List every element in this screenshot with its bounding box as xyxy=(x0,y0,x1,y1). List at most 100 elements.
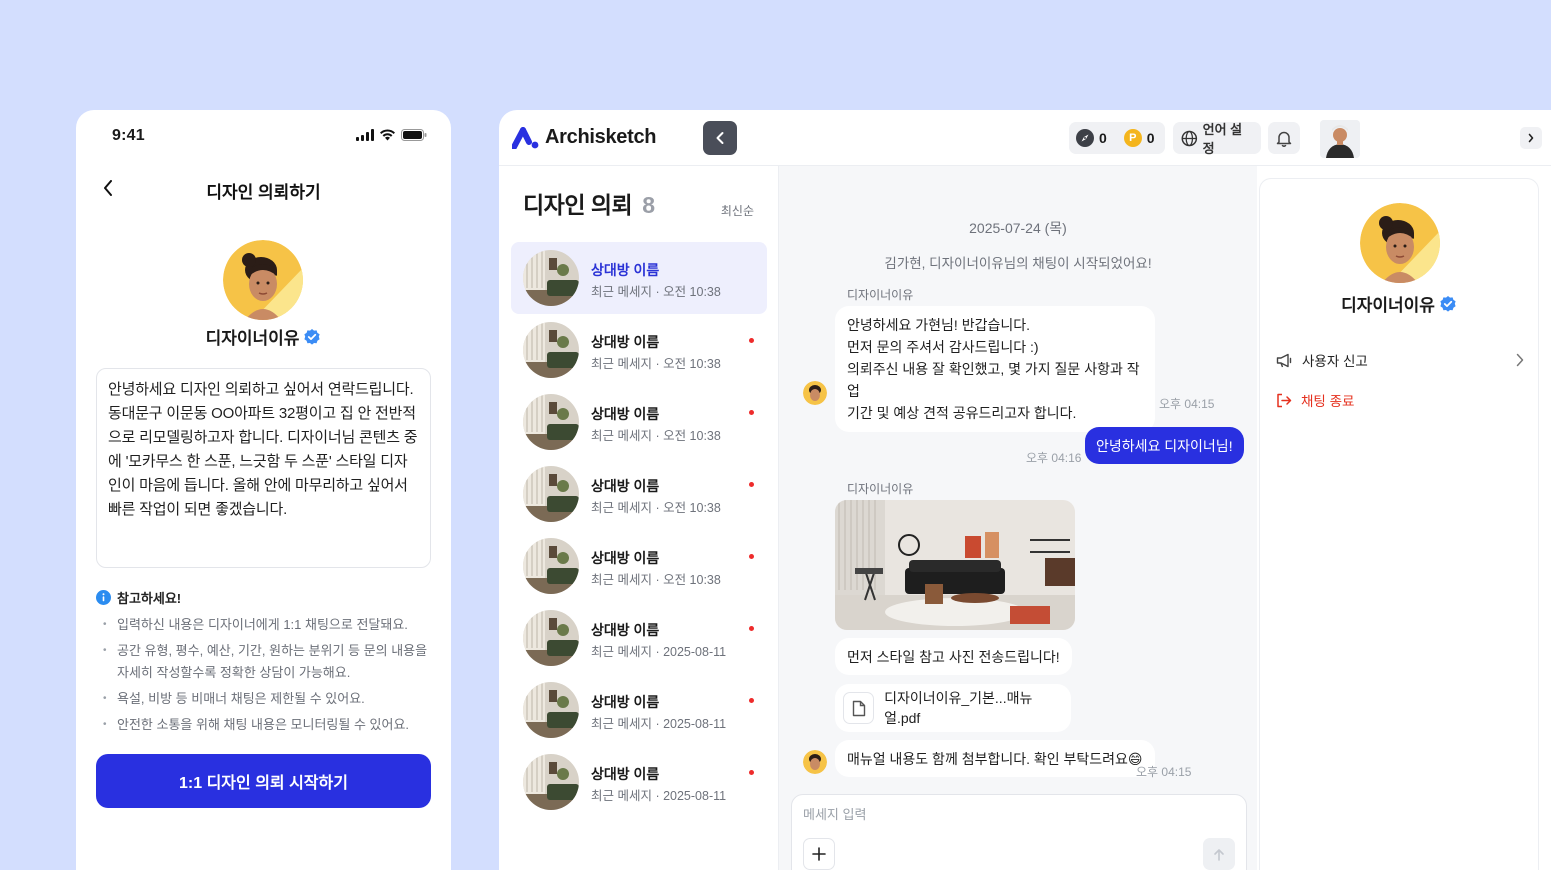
notice-item: 입력하신 내용은 디자이너에게 1:1 채팅으로 전달돼요. xyxy=(96,614,436,636)
message-bubble: 안녕하세요 가현님! 반갑습니다. 먼저 문의 주셔서 감사드립니다 :) 의뢰… xyxy=(835,306,1155,432)
system-message: 김가현, 디자이너이유님의 채팅이 시작되었어요! xyxy=(884,256,1152,271)
notice-item: 욕설, 비방 등 비매너 채팅은 제한될 수 있어요. xyxy=(96,688,436,710)
message-time: 오후 04:15 xyxy=(1159,397,1215,411)
list-count: 8 xyxy=(642,192,655,218)
message-bubble: 먼저 스타일 참고 사진 전송드립니다! xyxy=(835,638,1072,675)
room-thumbnail xyxy=(523,250,579,306)
start-request-button[interactable]: 1:1 디자인 의뢰 시작하기 xyxy=(96,754,431,808)
unread-dot xyxy=(749,554,754,559)
unread-dot xyxy=(749,770,754,775)
desktop-panel: Archisketch 0 P 0 언어 설정 디자인 의뢰 8 최신순 상대방… xyxy=(499,110,1551,870)
attached-image[interactable] xyxy=(835,500,1075,630)
request-textarea[interactable]: 안녕하세요 디자인 의뢰하고 싶어서 연락드립니다. 동대문구 이문동 OO아파… xyxy=(96,368,431,568)
room-preview: 최근 메세지 · 오전 10:38 xyxy=(591,357,721,371)
collapse-sidebar-button[interactable] xyxy=(703,121,737,155)
room-name: 상대방 이름 xyxy=(591,622,660,638)
chevron-right-icon xyxy=(1516,353,1524,367)
room-name: 상대방 이름 xyxy=(591,694,660,710)
signal-icon xyxy=(356,129,374,141)
end-chat-item[interactable]: 채팅 종료 xyxy=(1276,389,1524,411)
compass-coin-icon xyxy=(1076,129,1094,147)
chat-room-item[interactable]: 상대방 이름최근 메세지 · 2025-08-11 xyxy=(511,674,767,746)
chat-room-item[interactable]: 상대방 이름 최근 메세지 · 오전 10:38 xyxy=(511,530,767,602)
notice-box: 참고하세요! 입력하신 내용은 디자이너에게 1:1 채팅으로 전달돼요. 공간… xyxy=(96,588,436,740)
top-bar: Archisketch 0 P 0 언어 설정 xyxy=(499,110,1551,166)
sort-dropdown[interactable]: 최신순 xyxy=(721,202,754,219)
chat-room-item[interactable]: 상대방 이름 최근 메세지 · 2025-08-11 xyxy=(511,746,767,818)
file-icon xyxy=(843,692,875,724)
logo[interactable]: Archisketch xyxy=(512,126,657,149)
chevron-left-icon xyxy=(716,132,724,144)
p-coin-icon: P xyxy=(1123,129,1142,147)
sender-name: 디자이너이유 xyxy=(847,482,914,496)
plus-icon xyxy=(812,847,826,861)
status-time: 9:41 xyxy=(112,127,145,144)
list-title: 디자인 의뢰 xyxy=(523,192,633,218)
unread-dot xyxy=(749,482,754,487)
sender-name: 디자이너이유 xyxy=(847,288,914,302)
notification-button[interactable] xyxy=(1268,122,1300,154)
message-composer xyxy=(791,794,1247,870)
mobile-header: 디자인 의뢰하기 xyxy=(76,172,451,204)
room-preview: 최근 메세지 · 2025-08-11 xyxy=(591,789,727,803)
message-time: 오후 04:16 xyxy=(1026,451,1082,465)
logout-icon xyxy=(1277,393,1292,407)
chat-date: 2025-07-24 (목) xyxy=(969,220,1067,236)
chat-room-item[interactable]: 상대방 이름 최근 메세지 · 오전 10:38 xyxy=(511,242,767,314)
points-display[interactable]: 0 P 0 xyxy=(1069,122,1165,154)
room-preview: 최근 메세지 · 오전 10:38 xyxy=(591,501,721,515)
archisketch-logo-icon xyxy=(512,126,539,149)
globe-icon xyxy=(1181,130,1198,146)
my-message-bubble: 안녕하세요 디자이너님! xyxy=(1085,427,1244,464)
room-preview: 최근 메세지 · 오전 10:38 xyxy=(591,573,721,587)
language-button[interactable]: 언어 설정 xyxy=(1173,122,1261,156)
file-attachment[interactable]: 디자이너이유_기본...매뉴얼.pdf xyxy=(835,684,1071,732)
verified-badge-icon xyxy=(304,328,321,345)
battery-icon xyxy=(401,129,427,141)
user-avatar[interactable] xyxy=(1320,120,1360,158)
chat-panel: 2025-07-24 (목) 김가현, 디자이너이유님의 채팅이 시작되었어요!… xyxy=(779,166,1257,870)
sender-avatar xyxy=(803,381,827,405)
unread-dot xyxy=(749,626,754,631)
add-attachment-button[interactable] xyxy=(803,838,835,870)
unread-dot xyxy=(749,410,754,415)
status-bar: 9:41 xyxy=(76,110,451,162)
info-icon xyxy=(96,590,111,605)
points-a-value: 0 xyxy=(1099,130,1107,146)
expand-panel-button[interactable] xyxy=(1520,127,1542,149)
unread-dot xyxy=(749,698,754,703)
room-thumbnail xyxy=(523,322,579,378)
unread-dot xyxy=(749,338,754,343)
status-icons xyxy=(356,129,427,141)
chat-room-item[interactable]: 상대방 이름 최근 메세지 · 오전 10:38 xyxy=(511,314,767,386)
profile-menu: 사용자 신고 채팅 종료 xyxy=(1276,349,1524,429)
chat-room-list: 상대방 이름 최근 메세지 · 오전 10:38 상대방 이름 최근 메세지 · 오전… xyxy=(511,242,767,818)
chat-room-item[interactable]: 상대방 이름 최근 메세지 · 오전 10:38 xyxy=(511,458,767,530)
message-time: 오후 04:15 xyxy=(1136,765,1192,779)
room-preview: 최근 메세지 · 2025-08-11 xyxy=(591,645,727,659)
sender-avatar xyxy=(803,750,827,774)
profile-panel: 디자이너이유 사용자 신고 채팅 종료 xyxy=(1259,178,1539,870)
send-button[interactable] xyxy=(1203,838,1235,870)
notice-item: 공간 유형, 평수, 예산, 기간, 원하는 분위기 등 문의 내용을 자세히 … xyxy=(96,640,436,684)
message-input[interactable] xyxy=(803,807,1223,822)
points-b-value: 0 xyxy=(1146,130,1155,146)
designer-avatar xyxy=(1360,203,1440,283)
chat-room-item[interactable]: 상대방 이름 최근 메세지 · 오전 10:38 xyxy=(511,386,767,458)
room-preview: 최근 메세지 · 오전 10:38 xyxy=(591,429,721,443)
arrow-up-icon xyxy=(1214,848,1224,861)
designer-avatar xyxy=(223,240,303,320)
report-user-item[interactable]: 사용자 신고 xyxy=(1276,349,1524,371)
room-thumbnail xyxy=(523,538,579,594)
chat-room-item[interactable]: 상대방 이름최근 메세지 · 2025-08-11 xyxy=(511,602,767,674)
room-preview: 최근 메세지 · 2025-08-11 xyxy=(591,717,727,731)
room-thumbnail xyxy=(523,754,579,810)
message-bubble: 매뉴얼 내용도 함께 첨부합니다. 확인 부탁드려요😄 xyxy=(835,740,1155,777)
room-thumbnail xyxy=(523,610,579,666)
verified-badge-icon xyxy=(1440,295,1456,312)
wifi-icon xyxy=(380,129,395,141)
file-name: 디자이너이유_기본...매뉴얼.pdf xyxy=(884,690,1033,726)
bell-icon xyxy=(1276,131,1292,147)
end-chat-label: 채팅 종료 xyxy=(1301,394,1355,409)
megaphone-icon xyxy=(1276,353,1292,367)
